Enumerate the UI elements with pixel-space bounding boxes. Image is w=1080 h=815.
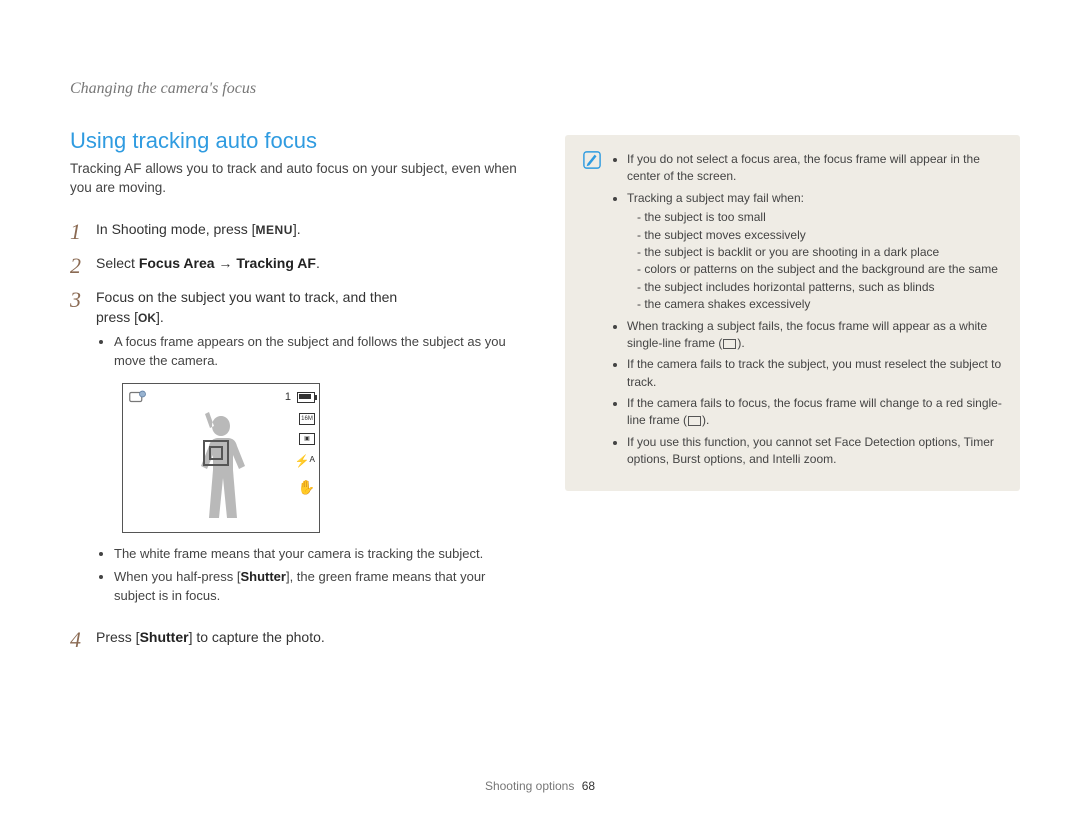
size-icon: 16M [299,413,315,425]
step3-line2-pre: press [ [96,309,138,325]
step2-pre: Select [96,255,139,271]
section-heading: Using tracking auto focus [70,128,525,154]
step3-sub3: When you half-press [Shutter], the green… [114,568,525,606]
step-number: 2 [70,254,96,278]
note-2c: the subject is backlit or you are shooti… [637,244,1002,261]
step2-arrow: → [215,255,237,271]
note-2e: the subject includes horizontal patterns… [637,279,1002,296]
note-2a: the subject is too small [637,209,1002,226]
breadcrumb: Changing the camera's focus [70,80,525,98]
step3-sub2: The white frame means that your camera i… [114,545,525,564]
step4-post: ] to capture the photo. [189,629,325,645]
note-4: If the camera fails to track the subject… [627,356,1002,391]
note-icon [583,151,601,169]
step3-sub1: A focus frame appears on the subject and… [114,333,525,371]
step1-post: ]. [293,221,301,237]
note-5: If the camera fails to focus, the focus … [627,395,1002,430]
step4-pre: Press [ [96,629,140,645]
white-frame-icon [723,339,736,349]
note-2d: colors or patterns on the subject and th… [637,261,1002,278]
stabilizer-icon: ✋ [298,478,315,498]
menu-button-label: MENU [256,223,293,237]
red-frame-icon [688,416,701,426]
step4-shutter: Shutter [140,629,189,645]
intro-text: Tracking AF allows you to track and auto… [70,160,525,198]
step-4: 4 Press [Shutter] to capture the photo. [70,628,525,652]
screen-top-row: 1 [285,390,315,405]
footer-section: Shooting options [485,779,574,793]
step3-line2-post: ]. [156,309,164,325]
focus-mode-icon: ▣ [299,433,315,445]
screen-counter: 1 [285,390,291,405]
note-2: Tracking a subject may fail when: the su… [627,190,1002,314]
person-silhouette [185,408,257,528]
camera-screen-illustration: 1 16M ▣ ⚡ᴬ ✋ [122,383,320,533]
ok-button-label: OK [138,311,156,325]
step-number: 3 [70,288,96,617]
step-number: 1 [70,220,96,244]
note-3: When tracking a subject fails, the focus… [627,318,1002,353]
step2-focus-area: Focus Area [139,255,215,271]
battery-icon [297,392,315,403]
step2-post: . [316,255,320,271]
note-6: If you use this function, you cannot set… [627,434,1002,469]
page-footer: Shooting options 68 [0,779,1080,793]
note-box: If you do not select a focus area, the f… [565,135,1020,491]
step-1: 1 In Shooting mode, press [MENU]. [70,220,525,244]
note-2b: the subject moves excessively [637,227,1002,244]
note-1: If you do not select a focus area, the f… [627,151,1002,186]
step2-tracking-af: Tracking AF [236,255,316,271]
note-2f: the camera shakes excessively [637,296,1002,313]
footer-page-number: 68 [582,779,595,793]
flash-icon: ⚡ᴬ [295,453,315,470]
step-number: 4 [70,628,96,652]
focus-frame-icon [203,440,229,466]
step3-line1: Focus on the subject you want to track, … [96,288,525,308]
step-2: 2 Select Focus Area → Tracking AF. [70,254,525,278]
step-3: 3 Focus on the subject you want to track… [70,288,525,617]
step1-pre: In Shooting mode, press [ [96,221,256,237]
mode-icon [129,390,147,404]
